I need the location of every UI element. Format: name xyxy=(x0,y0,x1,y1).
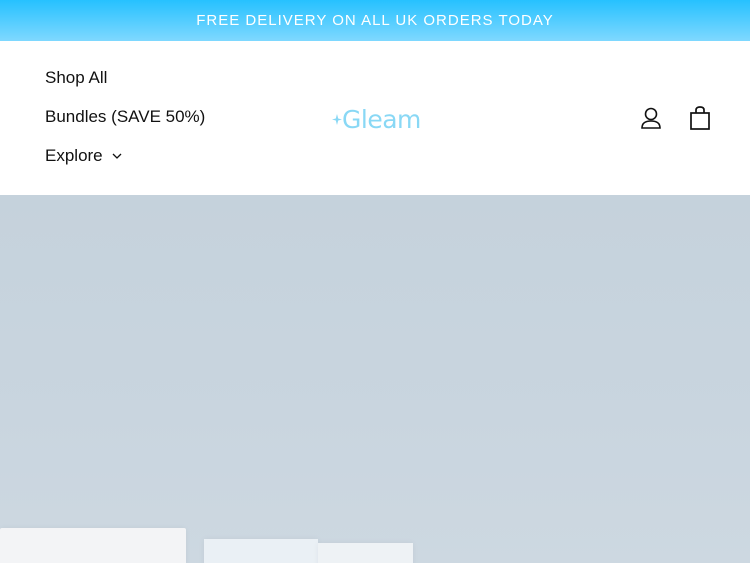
nav-item-explore[interactable]: Explore xyxy=(45,146,123,166)
shopping-bag-icon[interactable] xyxy=(688,105,712,131)
chevron-down-icon xyxy=(112,153,122,159)
nav-label-bundles: Bundles (SAVE 50%) xyxy=(45,107,206,126)
nav-item-shop-all[interactable]: Shop All xyxy=(45,68,107,88)
nav-label-explore: Explore xyxy=(45,146,103,165)
nav-label-shop-all: Shop All xyxy=(45,68,108,87)
product-box xyxy=(318,543,413,563)
hero-banner xyxy=(0,195,750,563)
site-logo[interactable]: Gleam xyxy=(330,104,421,134)
product-box xyxy=(204,539,318,563)
announcement-bar: FREE DELIVERY ON ALL UK ORDERS TODAY xyxy=(0,0,750,41)
announcement-text: FREE DELIVERY ON ALL UK ORDERS TODAY xyxy=(196,12,554,29)
logo-text: Gleam xyxy=(342,104,421,134)
product-box xyxy=(0,528,186,563)
site-header: Shop All Bundles (SAVE 50%) Explore Glea… xyxy=(0,41,750,195)
user-icon[interactable] xyxy=(640,106,662,130)
nav-item-bundles[interactable]: Bundles (SAVE 50%) xyxy=(45,107,205,127)
